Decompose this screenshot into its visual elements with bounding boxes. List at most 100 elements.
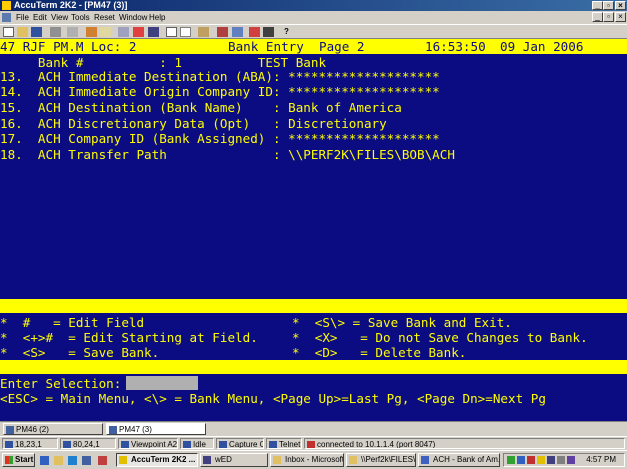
windows-logo-icon [5, 456, 13, 464]
help-bottom-bar [0, 360, 627, 374]
folder-icon [349, 456, 357, 464]
task-explorer[interactable]: \\Perf2k\FILES\B... [346, 453, 416, 467]
print-icon[interactable] [50, 27, 61, 37]
telnet-icon [269, 441, 277, 448]
tab-pm46-label: PM46 (2) [16, 425, 49, 434]
outlook-icon[interactable] [68, 456, 77, 465]
help-no-save: * <X> = Do not Save Changes to Bank. [292, 330, 588, 345]
start-button[interactable]: Start [2, 453, 35, 467]
connection-icon [307, 441, 315, 448]
toolbar: ? [0, 24, 627, 39]
status-idle: Idle [180, 438, 214, 449]
screen-icon[interactable] [232, 27, 243, 37]
minimize-button[interactable]: _ [592, 1, 603, 10]
keyboard-icon[interactable] [263, 27, 274, 37]
mdi-restore-button[interactable]: ▫ [603, 12, 614, 22]
document-icon [421, 456, 429, 464]
copy-icon[interactable] [100, 27, 111, 37]
session-tabs: PM46 (2) PM47 (3) [0, 421, 627, 436]
session-icon [6, 426, 14, 434]
field-line-16[interactable]: 16. ACH Discretionary Data (Opt) : Discr… [0, 116, 387, 131]
status-terminal-type: Viewpoint A2 Enh [118, 438, 178, 449]
page-icon[interactable] [166, 27, 177, 37]
taskbar: Start AccuTerm 2K2 ... wED Inbox - Micro… [0, 450, 627, 469]
help-delete-bank: * <D> = Delete Bank. [292, 345, 467, 360]
menu-tools[interactable]: Tools [71, 11, 90, 24]
ie-icon[interactable] [40, 456, 49, 465]
tab-pm47[interactable]: PM47 (3) [106, 423, 206, 435]
header-location: 47 RJF PM.M Loc: 2 [0, 39, 137, 54]
mdi-close-button[interactable]: × [615, 12, 626, 22]
menu-bar: File Edit View Tools Reset Window Help _… [0, 11, 627, 24]
tab-pm46[interactable]: PM46 (2) [3, 423, 103, 435]
navigation-help-line: <ESC> = Main Menu, <\> = Bank Menu, <Pag… [0, 391, 546, 406]
header-time: 16:53:50 [425, 39, 486, 54]
tray-app-icon[interactable] [517, 456, 525, 464]
menu-help[interactable]: Help [149, 11, 165, 24]
tray-utility-icon[interactable] [537, 456, 545, 464]
field-line-14[interactable]: 14. ACH Immediate Origin Company ID: ***… [0, 84, 440, 99]
help-top-bar [0, 299, 627, 313]
antivirus-icon[interactable] [527, 456, 535, 464]
task-wed[interactable]: wED [200, 453, 268, 467]
window-title: AccuTerm 2K2 - [PM47 (3)] [14, 0, 128, 10]
status-bar: 18,23,1 80,24,1 Viewpoint A2 Enh Idle Ca… [0, 436, 627, 450]
task-ach-document[interactable]: ACH - Bank of Am... [418, 453, 500, 467]
field-line-18[interactable]: 18. ACH Transfer Path : \\PERF2K\FILES\B… [0, 147, 455, 162]
macro-icon[interactable] [148, 27, 159, 37]
capture-icon [219, 441, 227, 448]
help-icon[interactable]: ? [281, 27, 292, 37]
start-label: Start [15, 455, 34, 464]
settings-icon[interactable] [217, 27, 228, 37]
field-line-17[interactable]: 17. ACH Company ID (Bank Assigned) : ***… [0, 131, 440, 146]
volume-icon[interactable] [557, 456, 565, 464]
inbox-icon [273, 456, 281, 464]
record-icon[interactable] [133, 27, 144, 37]
menu-edit[interactable]: Edit [33, 11, 47, 24]
cursor-icon [5, 441, 13, 448]
menu-file[interactable]: File [16, 11, 29, 24]
idle-icon [183, 441, 191, 448]
new-icon[interactable] [3, 27, 14, 37]
maximize-button[interactable]: ▫ [603, 1, 614, 10]
help-edit-field: * # = Edit Field [0, 315, 145, 330]
status-cursor-position: 18,23,1 [2, 438, 58, 449]
terminal-screen[interactable]: 47 RJF PM.M Loc: 2 Bank Entry Page 2 16:… [0, 39, 627, 421]
save-icon[interactable] [31, 27, 42, 37]
tab-pm47-label: PM47 (3) [119, 425, 152, 434]
folder-icon[interactable] [198, 27, 209, 37]
document-icon [2, 13, 11, 22]
print-preview-icon[interactable] [67, 27, 78, 37]
app-icon[interactable] [98, 456, 107, 465]
network-icon[interactable] [507, 456, 515, 464]
blank-page-icon[interactable] [180, 27, 191, 37]
desktop-icon[interactable] [82, 456, 91, 465]
check-icon[interactable] [118, 27, 129, 37]
messenger-icon[interactable] [567, 456, 575, 464]
menu-view[interactable]: View [51, 11, 68, 24]
field-line-15[interactable]: 15. ACH Destination (Bank Name) : Bank o… [0, 100, 402, 115]
header-date: 09 Jan 2006 [500, 39, 584, 54]
cut-icon[interactable] [86, 27, 97, 37]
session-icon [109, 426, 117, 434]
field-line-13[interactable]: 13. ACH Immediate Destination (ABA): ***… [0, 69, 440, 84]
task-inbox[interactable]: Inbox - Microsoft ... [270, 453, 344, 467]
title-bar: AccuTerm 2K2 - [PM47 (3)] _ ▫ × [0, 0, 627, 11]
screen-size-icon [63, 441, 71, 448]
monitor-icon[interactable] [547, 456, 555, 464]
task-accuterm[interactable]: AccuTerm 2K2 ... [116, 453, 198, 467]
open-icon[interactable] [17, 27, 28, 37]
status-capture: Capture Off [216, 438, 264, 449]
folder-icon[interactable] [54, 456, 63, 465]
app-icon [2, 1, 11, 10]
clock[interactable]: 4:57 PM [586, 454, 616, 466]
selection-input[interactable] [126, 376, 198, 390]
close-button[interactable]: × [615, 1, 626, 10]
palette-icon[interactable] [249, 27, 260, 37]
status-connection: connected to 10.1.1.4 (port 8047) [304, 438, 625, 449]
menu-window[interactable]: Window [119, 11, 147, 24]
menu-reset[interactable]: Reset [94, 11, 115, 24]
mdi-minimize-button[interactable]: _ [592, 12, 603, 22]
accuterm-icon [119, 456, 127, 464]
status-screen-size: 80,24,1 [60, 438, 116, 449]
